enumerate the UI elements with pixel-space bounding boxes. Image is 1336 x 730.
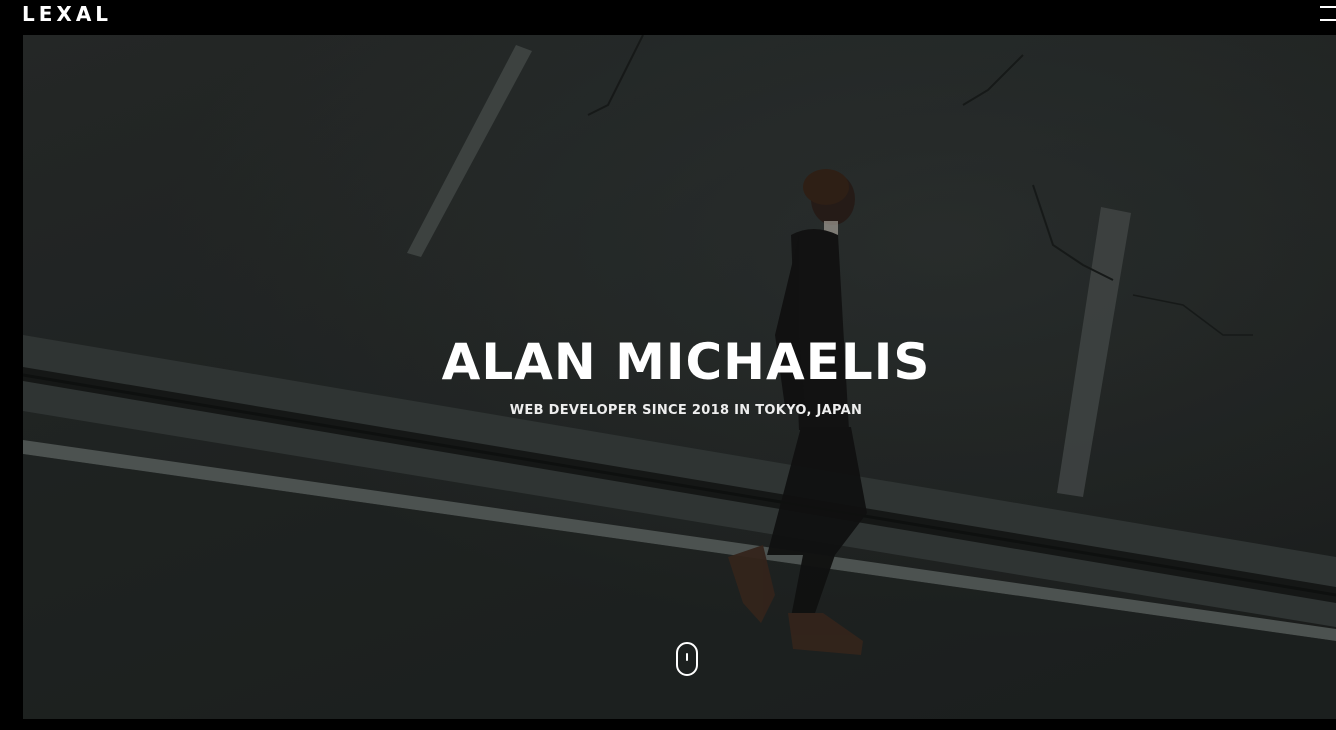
menu-bar-bottom: [1320, 19, 1336, 21]
page: LEXAL ALAN MICHAELIS WEB DEVELOPER SINCE…: [0, 0, 1336, 730]
menu-bar-top: [1320, 6, 1336, 8]
site-header: LEXAL: [0, 0, 1336, 35]
hero-title: ALAN MICHAELIS: [441, 333, 931, 391]
hero-section: ALAN MICHAELIS WEB DEVELOPER SINCE 2018 …: [23, 35, 1336, 719]
mouse-scroll-icon[interactable]: [676, 642, 698, 676]
scroll-wheel: [686, 653, 688, 661]
hamburger-menu-icon[interactable]: [1318, 4, 1336, 22]
hero-subtitle: WEB DEVELOPER SINCE 2018 IN TOKYO, JAPAN: [509, 403, 863, 418]
site-logo[interactable]: LEXAL: [22, 2, 112, 26]
